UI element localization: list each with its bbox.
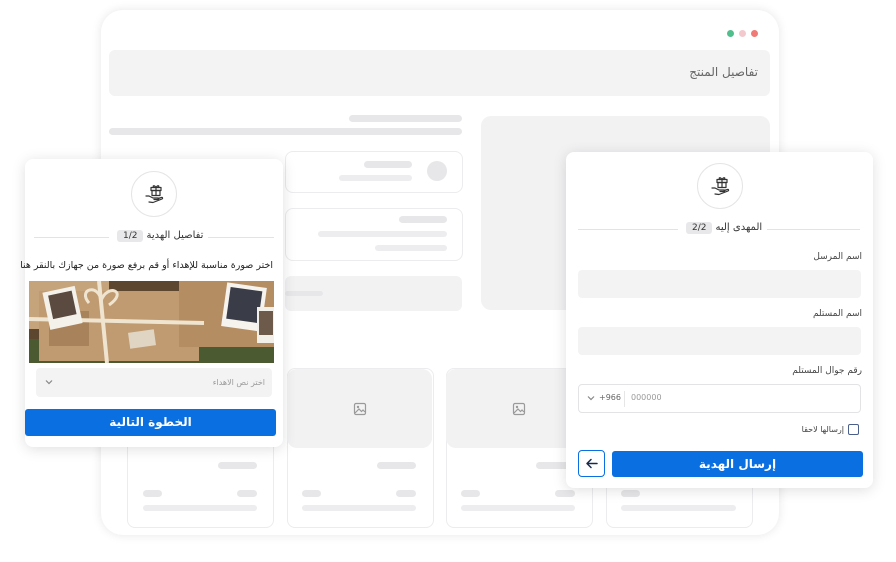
skeleton-line: [318, 231, 447, 237]
chevron-down-icon: [587, 396, 595, 401]
select-placeholder: اختر نص الاهداء: [212, 378, 265, 387]
gift-hand-icon: [145, 185, 164, 204]
skeleton-line: [302, 490, 321, 497]
skeleton-line: [109, 128, 462, 135]
send-gift-button[interactable]: إرسال الهدية: [612, 451, 863, 477]
step-title: المهدى إليه: [715, 222, 763, 233]
image-icon: [353, 402, 366, 415]
gift-hand-icon: [711, 177, 730, 196]
next-step-button[interactable]: الخطوة التالية: [25, 409, 276, 436]
recipient-name-input[interactable]: [578, 327, 861, 355]
arrow-left-icon: [586, 458, 598, 469]
page-title: تفاصيل المنتج: [689, 65, 758, 79]
sender-name-input[interactable]: [578, 270, 861, 298]
step-badge: 1/2: [117, 230, 144, 242]
skeleton-line: [396, 490, 416, 497]
page-header: تفاصيل المنتج: [109, 50, 770, 96]
skeleton-line: [143, 490, 162, 497]
skeleton-line: [218, 462, 257, 469]
window-dot-green: [727, 30, 734, 37]
skeleton-line: [302, 505, 416, 511]
phone-number-input[interactable]: 000000: [625, 385, 860, 412]
skeleton-line: [555, 490, 575, 497]
chevron-down-icon: [45, 380, 53, 385]
skeleton-line: [143, 505, 257, 511]
skeleton-line: [621, 490, 640, 497]
send-later-label[interactable]: إرسالها لاحقا: [802, 425, 844, 434]
skeleton-line: [349, 115, 462, 122]
step-indicator: المهدى إليه2/2: [678, 222, 768, 234]
phone-input-group: +966 000000: [578, 384, 861, 413]
recipient-label: اسم المستلم: [812, 309, 862, 319]
phone-label: رقم جوال المستلم: [792, 366, 862, 376]
back-button[interactable]: [578, 450, 605, 477]
gift-icon-circle: [131, 171, 177, 217]
skeleton-line: [377, 462, 416, 469]
gift-message-select[interactable]: اختر نص الاهداء: [36, 368, 272, 397]
country-code-select[interactable]: +966: [579, 385, 624, 412]
gift-icon-circle: [697, 163, 743, 209]
image-icon: [512, 402, 525, 415]
skeleton-line: [375, 245, 447, 251]
skeleton-line: [285, 291, 323, 296]
instruction-text[interactable]: اختر صورة مناسبة للإهداء أو قم برفع صورة…: [20, 260, 273, 271]
radio-placeholder: [427, 161, 447, 181]
skeleton-line: [461, 490, 480, 497]
step-indicator: تفاصيل الهدية1/2: [109, 230, 209, 242]
product-image-placeholder: [287, 369, 432, 448]
sender-label: اسم المرسل: [813, 252, 862, 262]
skeleton-line: [364, 161, 412, 168]
skeleton-line: [237, 490, 257, 497]
skeleton-line: [461, 505, 575, 511]
country-code: +966: [599, 393, 621, 402]
skeleton-line: [621, 505, 736, 511]
phone-placeholder: 000000: [631, 393, 662, 402]
step-badge: 2/2: [686, 222, 713, 234]
window-dot-pink: [739, 30, 746, 37]
skeleton-line: [339, 175, 412, 181]
gift-wrap-photo[interactable]: [29, 281, 274, 363]
step-title: تفاصيل الهدية: [146, 230, 204, 241]
window-dot-red: [751, 30, 758, 37]
send-later-checkbox[interactable]: [848, 424, 859, 435]
skeleton-line: [399, 216, 447, 223]
